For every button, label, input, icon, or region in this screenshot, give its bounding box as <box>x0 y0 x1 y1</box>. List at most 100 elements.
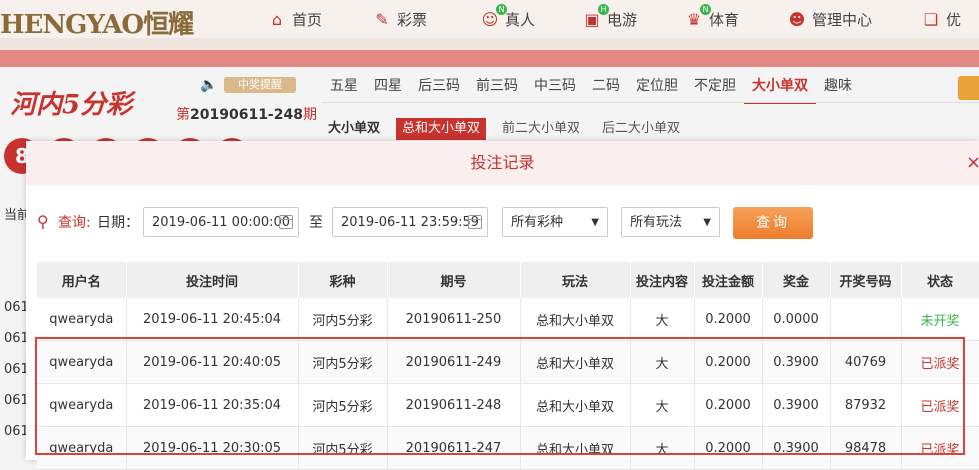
cell-status: 未开奖 <box>901 298 979 341</box>
cell-time: 2019-06-11 20:35:04 <box>126 383 299 427</box>
cell-amount: 0.2000 <box>694 383 763 427</box>
sub-tab[interactable]: 大小单双 <box>322 118 386 140</box>
home-icon: ⌂ <box>271 9 283 29</box>
cell-draw: 40769 <box>830 340 902 384</box>
cell-amount: 0.2000 <box>694 426 763 470</box>
trophy-icon: ♛ N <box>685 4 711 29</box>
column-header: 投注内容 <box>630 262 695 298</box>
dropdown-arrow-icon: ▼ <box>703 217 711 228</box>
cell-play: 总和大小单双 <box>520 383 631 427</box>
play-tab[interactable]: 二码 <box>584 72 628 104</box>
cell-lottery: 河内5分彩 <box>298 340 388 384</box>
nav-badge: N <box>700 4 711 15</box>
end-date-input[interactable]: 2019-06-11 23:59:59 <box>332 207 488 237</box>
cell-draw: 87932 <box>830 383 902 427</box>
play-tab[interactable]: 定位胆 <box>628 72 686 104</box>
cell-lottery: 河内5分彩 <box>298 426 388 470</box>
play-tab[interactable]: 不定胆 <box>686 72 744 104</box>
side-action-button[interactable] <box>958 76 979 100</box>
cell-user: qwearyda <box>37 298 127 341</box>
cell-issue: 20190611-247 <box>387 426 521 470</box>
play-type-select[interactable]: 所有玩法 ▼ <box>621 207 720 237</box>
cell-issue: 20190611-248 <box>387 383 521 427</box>
nav-label: 首页 <box>292 10 323 29</box>
cell-content: 大 <box>630 298 695 341</box>
play-type-tabs: 五星 四星 后三码 前三码 中三码 二码 定位胆 不定胆 大小单双 趣味 <box>322 72 860 104</box>
lottery-ticket-icon: ✎ <box>375 9 389 29</box>
nav-label: 管理中心 <box>812 10 873 29</box>
cell-time: 2019-06-11 20:30:05 <box>126 426 299 470</box>
play-tab[interactable]: 后三码 <box>410 72 468 104</box>
query-button[interactable]: 查询 <box>733 207 813 239</box>
cell-status: 已派奖 <box>901 426 979 470</box>
play-tab[interactable]: 四星 <box>366 72 410 104</box>
cell-bonus: 0.0000 <box>762 298 831 341</box>
lottery-type-select[interactable]: 所有彩种 ▼ <box>502 207 608 237</box>
sub-play-tabs: 大小单双 总和大小单双 前二大小单双 后二大小单双 <box>322 118 686 140</box>
site-logo[interactable]: HENGYAO恒耀 <box>0 4 194 40</box>
cell-issue: 20190611-250 <box>387 298 521 341</box>
sub-tab[interactable]: 总和大小单双 <box>396 118 487 140</box>
nav-badge: H <box>598 4 609 15</box>
cell-draw: 98478 <box>830 426 902 470</box>
sub-tab[interactable]: 后二大小单双 <box>596 118 686 140</box>
nav-badge: N <box>496 4 507 15</box>
nav-label: 彩票 <box>397 10 428 29</box>
cell-bonus: 0.3900 <box>762 340 831 384</box>
query-label: 查询: <box>58 215 91 231</box>
table-body: qwearyda 2019-06-11 20:45:04 河内5分彩 20190611… <box>37 298 979 470</box>
nav-item-4[interactable]: ♛ N 体育 <box>685 4 739 30</box>
column-header: 彩种 <box>298 262 388 298</box>
cell-time: 2019-06-11 20:45:04 <box>126 298 299 341</box>
tab-divider <box>322 102 979 103</box>
cell-user: qwearyda <box>37 383 127 427</box>
nav-shadow-strip <box>0 38 979 50</box>
search-icon: ⚲ <box>37 212 49 231</box>
prize-notice-toggle[interactable]: 中奖提醒 <box>224 77 296 93</box>
nav-item-3[interactable]: ▣ H 电游 <box>583 4 638 30</box>
column-header: 期号 <box>387 262 521 298</box>
cell-content: 大 <box>630 340 695 384</box>
column-header: 奖金 <box>762 262 831 298</box>
column-header: 玩法 <box>520 262 631 298</box>
live-dealer-icon: ☺ N <box>481 4 507 29</box>
nav-item-0[interactable]: ⌂ 首页 <box>268 8 322 30</box>
cell-play: 总和大小单双 <box>520 298 631 341</box>
nav-label: 电游 <box>607 10 638 29</box>
cell-play: 总和大小单双 <box>520 340 631 384</box>
play-tab[interactable]: 前三码 <box>468 72 526 104</box>
bet-record-table: 用户名 投注时间 彩种 期号 玩法 投注内容 投注金额 奖金 开奖号码 状态 qwearyda 20… <box>37 262 979 470</box>
close-icon[interactable]: × <box>966 150 979 176</box>
dropdown-arrow-icon: ▼ <box>591 217 599 228</box>
column-header: 用户名 <box>37 262 127 298</box>
lottery-logo: 河内5分彩 <box>10 90 133 120</box>
slot-machine-icon: ▣ H <box>583 4 609 29</box>
start-date-input[interactable]: 2019-06-11 00:00:00 <box>143 207 299 237</box>
play-tab[interactable]: 中三码 <box>526 72 584 104</box>
table-row: qwearyda 2019-06-11 20:30:05 河内5分彩 20190611… <box>37 426 979 470</box>
cell-play: 总和大小单双 <box>520 426 631 470</box>
nav-item-6[interactable]: ❏ 优 <box>922 8 961 30</box>
nav-item-5[interactable]: ☻ 管理中心 <box>788 8 872 30</box>
sub-tab[interactable]: 前二大小单双 <box>496 118 586 140</box>
cell-content: 大 <box>630 426 695 470</box>
sound-icon[interactable]: 🔈 <box>200 77 218 93</box>
cell-time: 2019-06-11 20:40:05 <box>126 340 299 384</box>
cell-content: 大 <box>630 383 695 427</box>
table-row: qwearyda 2019-06-11 20:40:05 河内5分彩 20190611… <box>37 340 979 384</box>
cell-user: qwearyda <box>37 426 127 470</box>
cell-lottery: 河内5分彩 <box>298 383 388 427</box>
nav-item-2[interactable]: ☺ N 真人 <box>481 4 536 30</box>
cell-status: 已派奖 <box>901 340 979 384</box>
cell-status: 已派奖 <box>901 383 979 427</box>
nav-label: 真人 <box>505 10 536 29</box>
play-tab[interactable]: 五星 <box>322 72 366 104</box>
nav-item-1[interactable]: ✎ 彩票 <box>373 8 427 30</box>
play-tab[interactable]: 趣味 <box>816 72 860 104</box>
cell-user: qwearyda <box>37 340 127 384</box>
cell-amount: 0.2000 <box>694 340 763 384</box>
column-header: 投注时间 <box>126 262 299 298</box>
date-label: 日期： <box>97 215 139 231</box>
column-header: 状态 <box>901 262 979 298</box>
play-tab[interactable]: 大小单双 <box>744 72 816 104</box>
